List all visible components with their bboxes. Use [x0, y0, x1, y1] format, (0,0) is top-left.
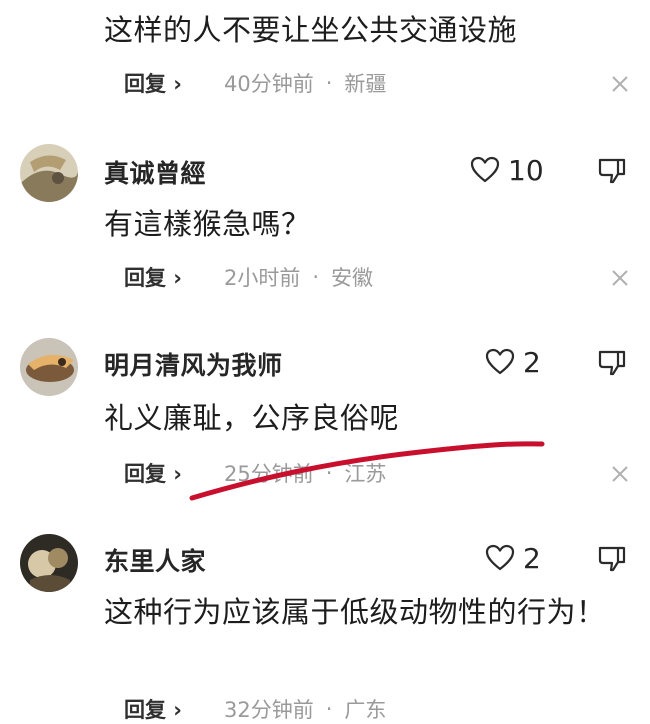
close-icon[interactable] [610, 268, 630, 288]
comment-meta: 回复 › 32分钟前 · 广东 [124, 694, 386, 724]
like-count: 2 [523, 345, 541, 379]
reply-button[interactable]: 回复 › [124, 458, 182, 488]
like-button[interactable]: 10 [470, 152, 544, 188]
like-button[interactable]: 2 [485, 344, 541, 380]
close-icon[interactable] [610, 464, 630, 484]
like-button[interactable]: 2 [485, 540, 541, 576]
heart-outline-icon [485, 544, 515, 571]
separator-dot: · [312, 265, 320, 289]
close-icon[interactable] [610, 74, 630, 94]
separator-dot: · [325, 71, 333, 95]
comment-location: 安徽 [331, 266, 374, 290]
comment-meta: 回复 › 40分钟前 · 新疆 [124, 68, 386, 98]
heart-outline-icon [470, 156, 500, 183]
comment-item: 真诚曾經 10 有這樣猴急嗎？ 回复 › 2小时前 · 安徽 [0, 130, 650, 310]
comment-meta: 回复 › 25分钟前 · 江苏 [124, 458, 386, 488]
separator-dot: · [325, 461, 333, 485]
username[interactable]: 东里人家 [104, 542, 206, 578]
reply-button[interactable]: 回复 › [124, 694, 182, 724]
like-count: 2 [523, 541, 541, 575]
comment-location: 新疆 [344, 72, 387, 96]
avatar-image [20, 338, 78, 396]
reply-button[interactable]: 回复 › [124, 68, 182, 98]
thumbs-down-icon[interactable] [596, 346, 628, 378]
separator-dot: · [325, 697, 333, 721]
avatar[interactable] [20, 534, 78, 592]
comment-item: 这样的人不要让坐公共交通设施 回复 › 40分钟前 · 新疆 [0, 0, 650, 110]
comment-time: 25分钟前 [223, 462, 314, 486]
heart-outline-icon [485, 348, 515, 375]
thumbs-down-icon[interactable] [596, 542, 628, 574]
username[interactable]: 真诚曾經 [104, 154, 206, 190]
comment-location: 广东 [344, 698, 387, 722]
avatar[interactable] [20, 338, 78, 396]
comment-meta: 回复 › 2小时前 · 安徽 [124, 262, 373, 292]
comment-content: 礼义廉耻，公序良俗呢 [104, 401, 400, 435]
reply-button[interactable]: 回复 › [124, 262, 182, 292]
username[interactable]: 明月清风为我师 [104, 346, 283, 382]
comment-item: 明月清风为我师 2 礼义廉耻，公序良俗呢 回复 › 25分钟前 · 江苏 [0, 320, 650, 510]
avatar-image [20, 534, 78, 592]
comment-content: 这样的人不要让坐公共交通设施 [104, 13, 518, 47]
avatar-image [20, 144, 78, 202]
comment-content: 这种行为应该属于低级动物性的行为！ [104, 595, 606, 629]
comment-content: 有這樣猴急嗎？ [104, 207, 311, 241]
comment-location: 江苏 [344, 462, 387, 486]
avatar[interactable] [20, 144, 78, 202]
comment-time: 2小时前 [223, 266, 301, 290]
comment-item: 东里人家 2 这种行为应该属于低级动物性的行为！ 回复 › 32分钟前 · 广东 [0, 520, 650, 724]
like-count: 10 [508, 153, 544, 187]
thumbs-down-icon[interactable] [596, 154, 628, 186]
comment-time: 40分钟前 [223, 72, 314, 96]
comment-time: 32分钟前 [223, 698, 314, 722]
